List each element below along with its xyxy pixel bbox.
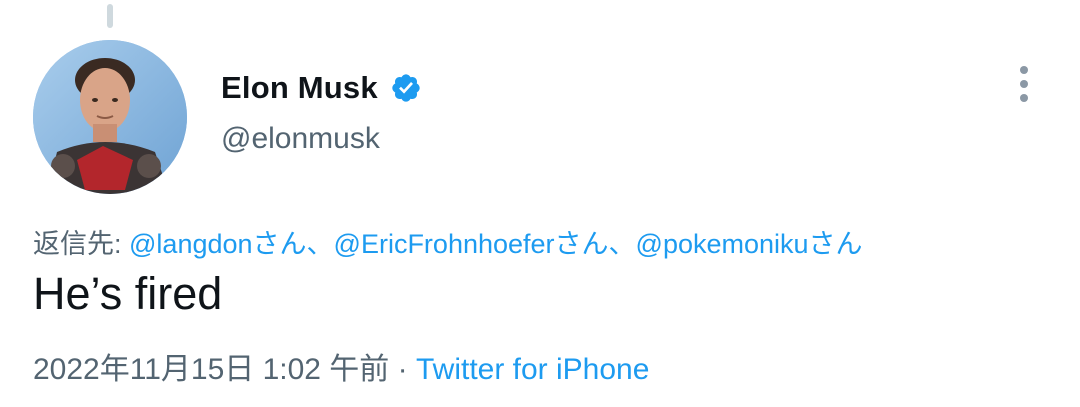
avatar-image	[33, 40, 187, 194]
reply-mention-ericfrohnhoefer[interactable]: @EricFrohnhoeferさん	[334, 229, 609, 259]
thread-connector-line	[107, 4, 113, 28]
tweet-source-link[interactable]: Twitter for iPhone	[416, 353, 649, 386]
user-handle[interactable]: @elonmusk	[221, 122, 380, 156]
replying-to: 返信先: @langdonさん、@EricFrohnhoeferさん、@poke…	[33, 222, 863, 261]
meta-separator: ·	[389, 353, 416, 386]
tweet-timestamp[interactable]: 2022年11月15日 1:02 午前	[33, 353, 389, 386]
more-options-button[interactable]	[1006, 62, 1042, 106]
reply-mention-langdon[interactable]: @langdonさん	[129, 229, 307, 259]
more-vertical-icon	[1020, 66, 1028, 74]
reply-separator: 、	[306, 229, 334, 259]
tweet-text: He’s fired	[33, 268, 223, 319]
tweet-meta: 2022年11月15日 1:02 午前 · Twitter for iPhone	[33, 344, 649, 388]
user-name-row: Elon Musk	[221, 66, 422, 110]
verified-badge-icon	[392, 74, 420, 102]
reply-separator: 、	[608, 229, 636, 259]
avatar[interactable]	[33, 40, 187, 194]
display-name[interactable]: Elon Musk	[221, 70, 378, 106]
replying-to-label: 返信先:	[33, 229, 130, 259]
reply-mention-pokemoniku[interactable]: @pokemonikuさん	[636, 229, 863, 259]
